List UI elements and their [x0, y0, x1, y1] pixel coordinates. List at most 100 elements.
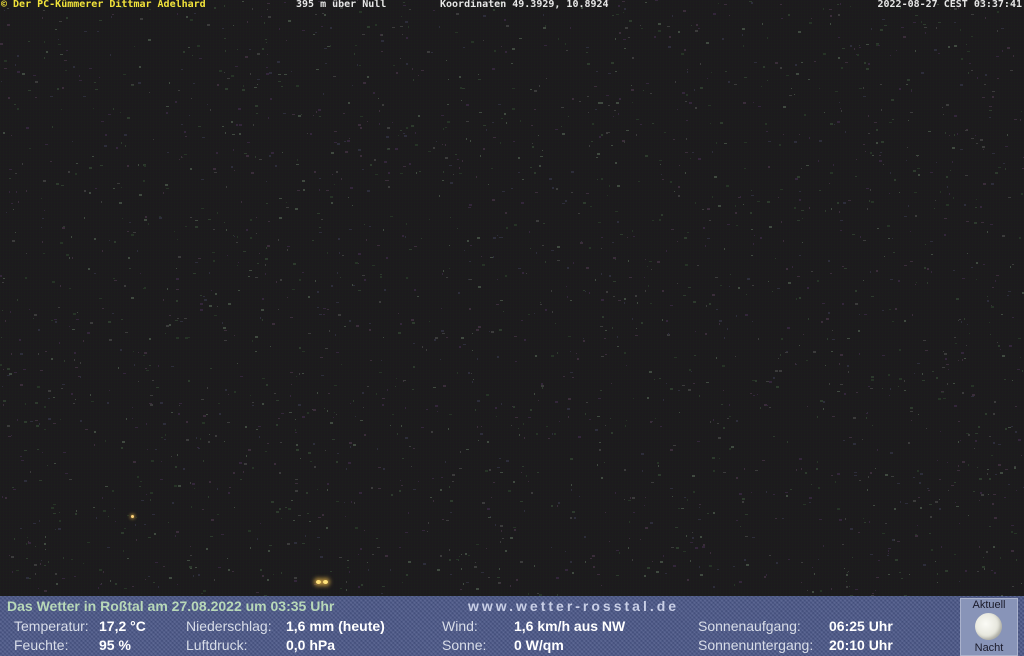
noise-speck [686, 535, 687, 537]
noise-speck [899, 349, 901, 351]
noise-speck [954, 554, 956, 555]
noise-speck [641, 322, 643, 324]
noise-speck [445, 144, 446, 146]
noise-speck [840, 354, 843, 356]
noise-speck [262, 298, 264, 300]
noise-speck [240, 479, 242, 480]
noise-speck [317, 291, 319, 293]
noise-speck [613, 281, 616, 282]
noise-speck [339, 557, 342, 558]
noise-speck [546, 78, 547, 79]
noise-speck [817, 280, 819, 282]
noise-speck [723, 390, 724, 391]
noise-speck [617, 185, 620, 187]
noise-speck [306, 492, 308, 494]
noise-speck [1004, 379, 1006, 380]
noise-speck [545, 25, 546, 27]
noise-speck [599, 136, 601, 138]
noise-speck [75, 367, 78, 368]
noise-speck [751, 190, 752, 191]
noise-speck [935, 200, 936, 201]
noise-speck [313, 34, 315, 35]
noise-speck [662, 290, 664, 292]
noise-speck [684, 497, 686, 498]
noise-speck [294, 580, 297, 582]
noise-speck [735, 212, 737, 214]
noise-speck [722, 365, 725, 367]
noise-speck [650, 303, 652, 304]
noise-speck [347, 140, 350, 142]
noise-speck [619, 32, 621, 34]
noise-speck [625, 425, 626, 427]
noise-speck [609, 275, 611, 277]
noise-speck [788, 282, 791, 284]
noise-speck [987, 300, 989, 302]
noise-speck [987, 231, 988, 233]
noise-speck [414, 246, 417, 247]
noise-speck [1020, 357, 1021, 358]
noise-speck [262, 403, 264, 405]
noise-speck [450, 182, 453, 184]
noise-speck [14, 538, 15, 540]
noise-speck [954, 337, 956, 338]
noise-speck [269, 545, 272, 546]
noise-speck [486, 129, 487, 131]
noise-speck [440, 555, 442, 557]
noise-speck [279, 217, 282, 219]
noise-speck [396, 72, 398, 74]
noise-speck [534, 313, 535, 314]
noise-speck [751, 255, 753, 256]
noise-speck [401, 16, 402, 17]
noise-speck [254, 87, 257, 88]
noise-speck [992, 287, 994, 288]
noise-speck [842, 266, 844, 267]
noise-speck [910, 407, 913, 409]
noise-speck [725, 71, 727, 72]
noise-speck [971, 70, 973, 71]
noise-speck [492, 199, 495, 201]
noise-speck [924, 267, 926, 269]
noise-speck [227, 255, 228, 256]
noise-speck [251, 172, 254, 174]
noise-speck [314, 171, 316, 173]
noise-speck [409, 249, 412, 250]
noise-speck [310, 461, 312, 462]
noise-speck [105, 486, 108, 487]
noise-speck [965, 570, 967, 572]
noise-speck [25, 403, 26, 405]
noise-speck [965, 130, 968, 131]
light-point [323, 580, 328, 584]
noise-speck [778, 197, 779, 198]
noise-speck [66, 17, 68, 19]
noise-speck [825, 210, 826, 212]
noise-speck [445, 157, 448, 159]
noise-speck [24, 480, 27, 482]
noise-speck [658, 474, 661, 476]
noise-speck [611, 145, 613, 146]
noise-speck [402, 458, 404, 459]
sun-label: Sonne: [442, 637, 487, 653]
noise-speck [845, 62, 848, 63]
noise-speck [819, 190, 821, 191]
noise-speck [543, 27, 546, 29]
noise-speck [321, 219, 323, 220]
noise-speck [337, 272, 338, 274]
noise-speck [313, 409, 316, 411]
noise-speck [433, 500, 434, 502]
noise-speck [822, 303, 825, 304]
noise-speck [13, 489, 16, 490]
noise-speck [534, 565, 535, 567]
noise-speck [374, 159, 376, 161]
image-noise [0, 0, 1024, 596]
noise-speck [616, 14, 619, 15]
noise-speck [937, 582, 938, 583]
noise-speck [292, 114, 295, 115]
noise-speck [131, 85, 134, 86]
noise-speck [929, 533, 931, 534]
noise-speck [659, 160, 662, 161]
noise-speck [345, 151, 348, 153]
noise-speck [353, 285, 355, 286]
noise-speck [899, 572, 901, 573]
noise-speck [889, 122, 892, 123]
noise-speck [811, 271, 813, 272]
